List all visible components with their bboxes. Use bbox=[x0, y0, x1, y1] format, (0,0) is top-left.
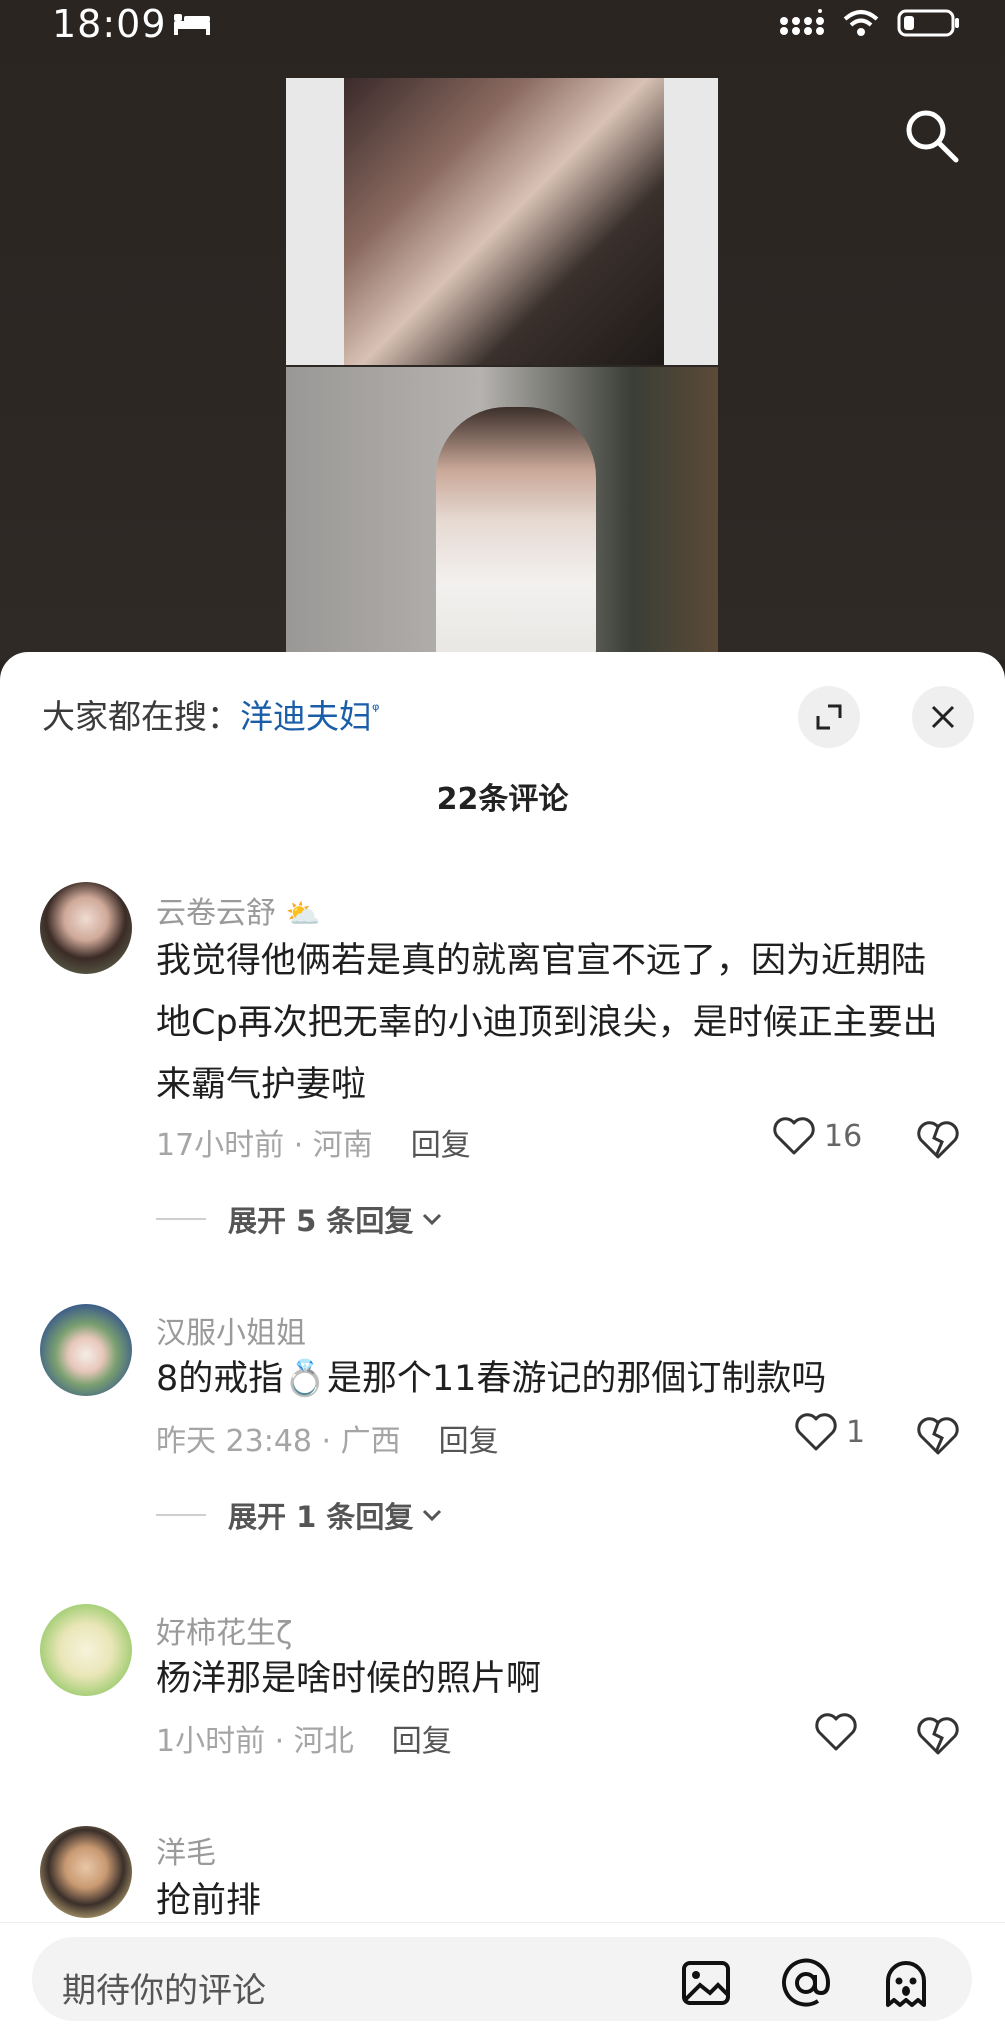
like-button[interactable] bbox=[814, 1712, 866, 1752]
comment-time-location: 17小时前 · 河南 bbox=[156, 1128, 373, 1163]
search-icon[interactable] bbox=[902, 106, 960, 164]
comment-text: 我觉得他俩若是真的就离官宣不远了，因为近期陆地Cp再次把无辜的小迪顶到浪尖，是时… bbox=[156, 941, 938, 1105]
divider-line bbox=[156, 1514, 206, 1516]
photo-woman bbox=[286, 78, 718, 365]
hot-search-icon: ᵠ bbox=[372, 700, 380, 721]
like-count: 16 bbox=[824, 1118, 863, 1154]
comment-text: 8的戒指💍是那个11春游记的那個订制款吗 bbox=[156, 1359, 827, 1399]
comment-author[interactable]: 好柿花生ζ bbox=[156, 1608, 292, 1652]
hot-search-keyword[interactable]: 洋迪夫妇 bbox=[240, 697, 372, 736]
expand-replies[interactable]: 展开 5 条回复 bbox=[156, 1198, 443, 1240]
ring-emoji: 💍 bbox=[283, 1359, 327, 1399]
heart-icon bbox=[815, 1713, 857, 1751]
like-count: 1 bbox=[846, 1414, 866, 1450]
photo-man bbox=[286, 367, 718, 660]
heart-icon bbox=[773, 1117, 815, 1155]
broken-heart-icon[interactable] bbox=[916, 1716, 960, 1756]
avatar[interactable] bbox=[40, 1826, 132, 1918]
comment-meta: 昨天 23:48 · 广西 回复 bbox=[156, 1416, 499, 1460]
expand-icon bbox=[816, 704, 842, 730]
comment-time-location: 昨天 23:48 · 广西 bbox=[156, 1424, 401, 1459]
reply-button[interactable]: 回复 bbox=[411, 1128, 471, 1163]
wifi-icon bbox=[843, 10, 879, 36]
emoji-icon[interactable] bbox=[880, 1957, 932, 2009]
status-bar: 18:09 bbox=[0, 0, 1005, 50]
comment-time-location: 1小时前 · 河北 bbox=[156, 1724, 354, 1759]
close-button[interactable] bbox=[912, 686, 974, 748]
comment-author[interactable]: 汉服小姐姐 bbox=[156, 1308, 306, 1352]
battery-icon bbox=[897, 9, 959, 37]
expand-button[interactable] bbox=[798, 686, 860, 748]
reply-button[interactable]: 回复 bbox=[392, 1724, 452, 1759]
comment-author[interactable]: 云卷云舒 ⛅ bbox=[156, 888, 320, 932]
avatar[interactable] bbox=[40, 882, 132, 974]
comment-input-bar: 期待你的评论 bbox=[0, 1922, 1005, 2029]
divider-line bbox=[156, 1218, 206, 1220]
avatar[interactable] bbox=[40, 1304, 132, 1396]
comment-input-placeholder: 期待你的评论 bbox=[62, 1971, 266, 2011]
comment-meta: 1小时前 · 河北 回复 bbox=[156, 1716, 452, 1760]
sleep-mode-icon bbox=[174, 14, 210, 35]
like-button[interactable]: 16 bbox=[772, 1116, 862, 1156]
chevron-down-icon bbox=[423, 1213, 442, 1226]
comment-author[interactable]: 洋毛 bbox=[156, 1828, 216, 1872]
like-button[interactable]: 1 bbox=[794, 1412, 865, 1452]
broken-heart-icon[interactable] bbox=[916, 1416, 960, 1456]
broken-heart-icon[interactable] bbox=[916, 1120, 960, 1160]
comment-meta: 17小时前 · 河南 回复 bbox=[156, 1120, 471, 1164]
comment-text: 杨洋那是啥时候的照片啊 bbox=[156, 1659, 542, 1699]
hot-search[interactable]: 大家都在搜：洋迪夫妇ᵠ bbox=[42, 690, 379, 738]
heart-icon bbox=[795, 1413, 837, 1451]
image-icon[interactable] bbox=[680, 1957, 732, 2009]
close-icon bbox=[931, 705, 955, 729]
weather-emoji: ⛅ bbox=[285, 897, 321, 930]
expand-replies[interactable]: 展开 1 条回复 bbox=[156, 1494, 443, 1536]
status-icons bbox=[779, 8, 961, 38]
avatar[interactable] bbox=[40, 1604, 132, 1696]
comment-count: 22条评论 bbox=[436, 782, 569, 817]
chevron-down-icon bbox=[423, 1509, 442, 1522]
reply-button[interactable]: 回复 bbox=[439, 1424, 499, 1459]
video-background: 18:09 bbox=[0, 0, 1005, 660]
hot-search-prefix: 大家都在搜： bbox=[42, 697, 240, 736]
signal-icon bbox=[780, 9, 824, 35]
at-icon[interactable] bbox=[780, 1957, 832, 2009]
status-time: 18:09 bbox=[52, 2, 167, 46]
comment-sheet: 大家都在搜：洋迪夫妇ᵠ 22条评论 云卷云舒 ⛅ 我觉得他俩若是真的就离官宣不远… bbox=[0, 652, 1005, 2028]
